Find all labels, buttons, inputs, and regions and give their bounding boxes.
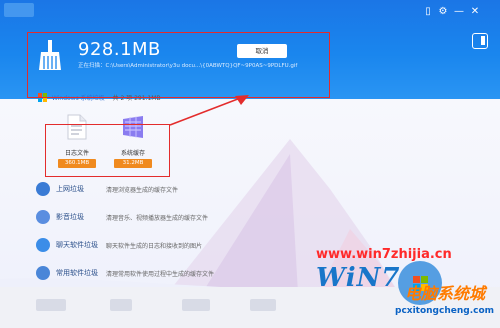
chat-icon xyxy=(36,238,50,252)
watermark-brand: WiN7 xyxy=(316,263,401,293)
annotation-box-cards xyxy=(45,124,170,177)
list-item-desc: 清理常用软件使用过程中生成的缓存文件 xyxy=(106,270,215,278)
list-item-desc: 清理音乐、视频播放器生成的缓存文件 xyxy=(106,214,209,222)
list-item-desc: 聊天软件生成的日志和接收到的图片 xyxy=(106,242,203,250)
footer-item[interactable] xyxy=(250,299,276,311)
settings-icon[interactable]: ⚙ xyxy=(437,6,449,18)
list-item-desc: 清理浏览器生成的缓存文件 xyxy=(106,186,179,194)
footer-item[interactable] xyxy=(110,299,132,311)
side-panel-icon[interactable] xyxy=(472,33,488,49)
watermark-cn: 电脑系统城 xyxy=(405,284,486,303)
apps-icon xyxy=(36,266,50,280)
watermark-url: www.win7zhijia.cn xyxy=(316,247,452,262)
watermark-url2: pcxitongcheng.com xyxy=(395,306,495,316)
annotation-arrow xyxy=(169,95,249,126)
skin-icon[interactable]: ▯ xyxy=(422,6,434,18)
globe-icon xyxy=(36,182,50,196)
minimize-icon[interactable]: — xyxy=(453,6,465,18)
list-item-chat-junk[interactable]: 聊天软件垃圾 聊天软件生成的日志和接收到的图片 xyxy=(36,238,202,252)
close-icon[interactable]: ✕ xyxy=(469,6,481,18)
app-logo xyxy=(4,3,34,17)
play-icon xyxy=(36,210,50,224)
list-item-media-junk[interactable]: 影音垃圾 清理音乐、视频播放器生成的缓存文件 xyxy=(36,210,208,224)
list-item-name: 聊天软件垃圾 xyxy=(56,241,98,249)
list-item-name: 影音垃圾 xyxy=(56,213,84,221)
list-item-web-junk[interactable]: 上网垃圾 清理浏览器生成的缓存文件 xyxy=(36,182,178,196)
footer-item[interactable] xyxy=(36,299,66,311)
footer-item[interactable] xyxy=(182,299,210,311)
list-item-name: 常用软件垃圾 xyxy=(56,269,98,277)
list-item-name: 上网垃圾 xyxy=(56,185,84,193)
list-item-software-junk[interactable]: 常用软件垃圾 清理常用软件使用过程中生成的缓存文件 xyxy=(36,266,214,280)
